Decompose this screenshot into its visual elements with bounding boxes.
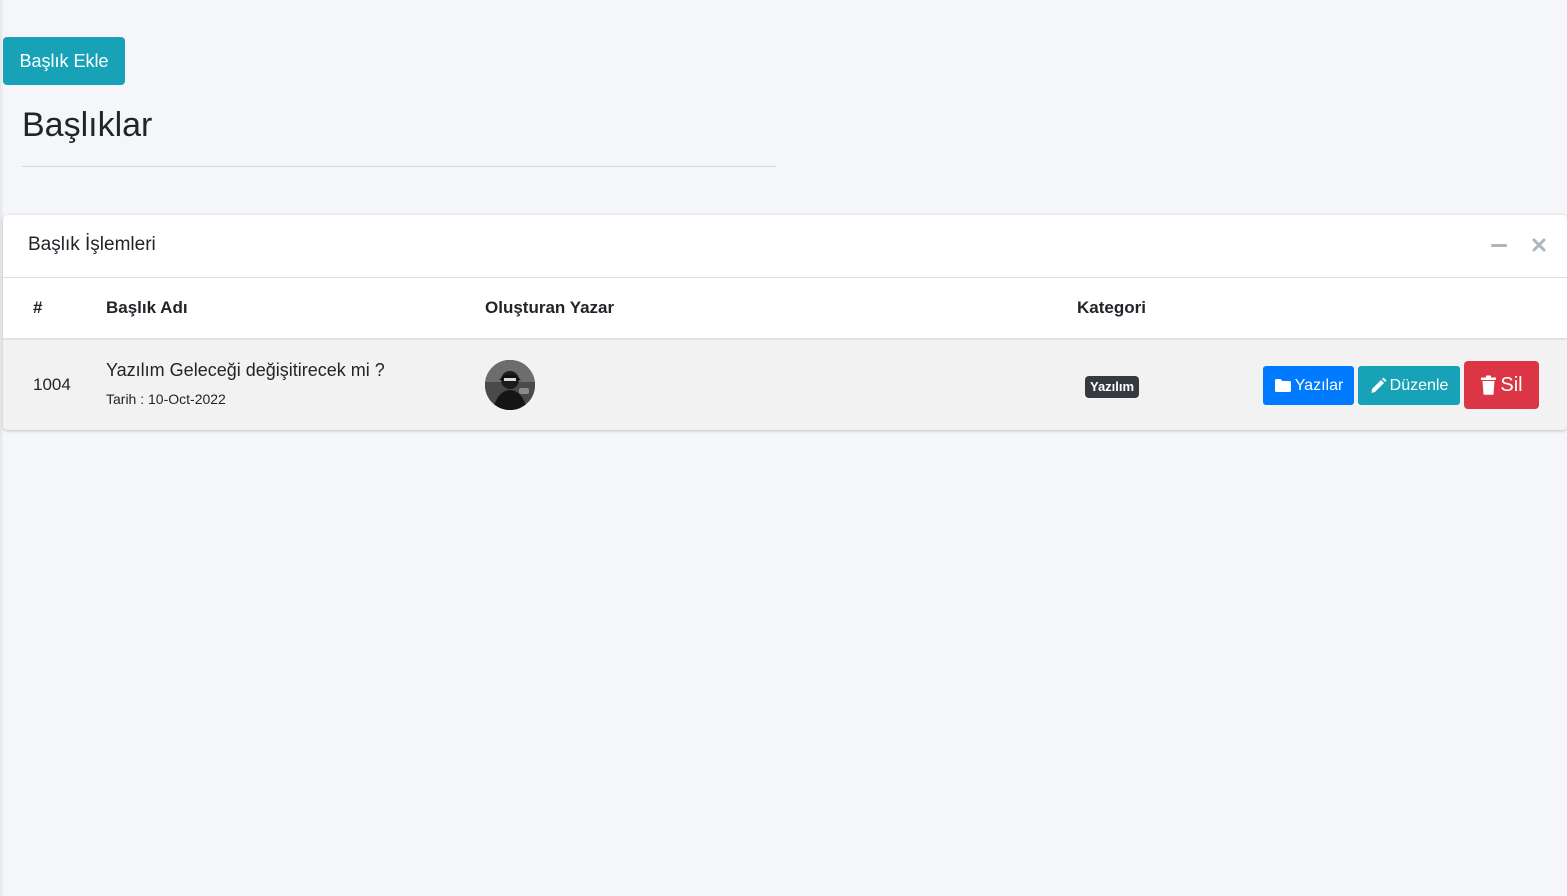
- topics-card: Başlık İşlemleri # Başlık Adı Oluşturan …: [3, 215, 1567, 430]
- posts-button[interactable]: Yazılar: [1263, 366, 1354, 405]
- edit-button-label: Düzenle: [1389, 376, 1449, 394]
- row-date: Tarih : 10-Oct-2022: [106, 391, 226, 407]
- edit-button[interactable]: Düzenle: [1358, 366, 1460, 405]
- category-badge: Yazılım: [1085, 376, 1140, 398]
- trash-icon: [1480, 375, 1497, 395]
- row-id: 1004: [33, 375, 71, 394]
- page-title: Başlıklar: [22, 106, 153, 144]
- posts-button-label: Yazılar: [1294, 376, 1344, 394]
- column-header-category: Kategori: [1077, 298, 1146, 317]
- card-header: Başlık İşlemleri: [3, 215, 1567, 278]
- column-header-title: Başlık Adı: [106, 298, 188, 317]
- column-header-author: Oluşturan Yazar: [485, 298, 615, 317]
- column-header-id: #: [33, 298, 43, 317]
- author-avatar: [485, 360, 535, 410]
- title-divider: [22, 166, 776, 167]
- close-icon[interactable]: [1527, 233, 1551, 257]
- table-row: 1004 Yazılım Geleceği değişitirecek mi ?…: [3, 340, 1567, 430]
- delete-button-label: Sil: [1500, 373, 1523, 396]
- card-title: Başlık İşlemleri: [28, 234, 156, 255]
- add-topic-button[interactable]: Başlık Ekle: [3, 37, 125, 85]
- row-title-cell: Yazılım Geleceği değişitirecek mi ? Tari…: [106, 358, 385, 408]
- table-header: # Başlık Adı Oluşturan Yazar Kategori: [3, 278, 1567, 340]
- delete-button[interactable]: Sil: [1464, 361, 1539, 409]
- page-left-edge: [0, 0, 4, 896]
- pencil-icon: [1370, 377, 1387, 394]
- folder-icon: [1274, 378, 1292, 393]
- minus-icon[interactable]: [1487, 233, 1511, 257]
- row-title: Yazılım Geleceği değişitirecek mi ?: [106, 360, 385, 380]
